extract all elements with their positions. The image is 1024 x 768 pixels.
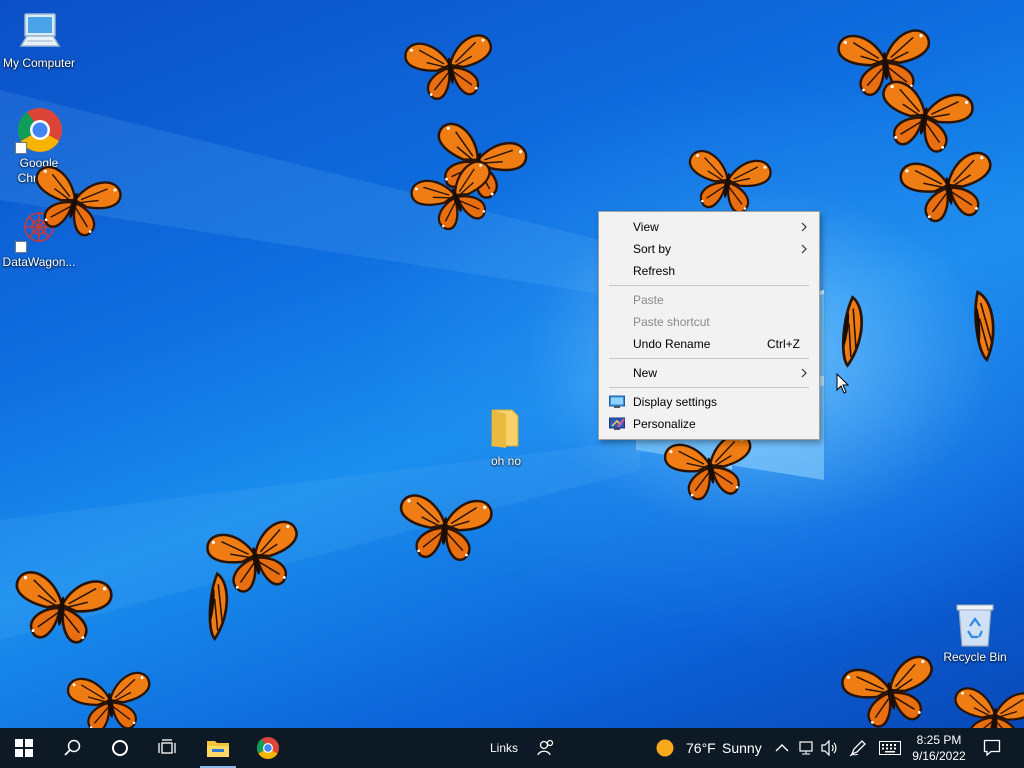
weather-button[interactable] xyxy=(655,738,675,758)
personalize-icon xyxy=(609,417,625,430)
taskbar: Links 76°F Sunny 8:25 PM 9/16/2022 xyxy=(0,728,1024,768)
search-icon xyxy=(64,739,81,756)
menu-item-personalize[interactable]: Personalize xyxy=(599,413,819,435)
desktop[interactable]: My Computer Google Chrome DataWagon... o… xyxy=(0,0,1024,728)
menu-item-refresh[interactable]: Refresh xyxy=(599,260,819,282)
desktop-icon-recycle-bin[interactable]: Recycle Bin xyxy=(937,600,1013,665)
pen-icon xyxy=(849,740,866,757)
notification-icon xyxy=(983,739,1001,757)
action-center-button[interactable] xyxy=(982,738,1002,758)
file-explorer-icon xyxy=(207,741,229,757)
desktop-icon-datawagon[interactable]: DataWagon... xyxy=(1,205,77,270)
menu-item-label: Sort by xyxy=(633,242,672,256)
menu-item-label: Undo Rename xyxy=(633,337,711,351)
desktop-icon-label: My Computer xyxy=(2,56,76,70)
menu-item-shortcut: Ctrl+Z xyxy=(767,337,800,351)
taskbar-file-explorer[interactable] xyxy=(194,728,242,768)
recycle-bin-icon xyxy=(951,600,999,648)
chrome-icon xyxy=(15,106,63,154)
menu-item-label: Refresh xyxy=(633,264,676,278)
chevron-up-icon xyxy=(775,744,789,752)
desktop-context-menu: View Sort by Refresh Paste Paste shortcu… xyxy=(598,211,820,440)
menu-separator xyxy=(609,358,809,359)
menu-item-label: New xyxy=(633,366,658,380)
weather-temp[interactable]: 76°F xyxy=(686,728,716,768)
menu-item-view[interactable]: View xyxy=(599,216,819,238)
cortana-icon xyxy=(112,740,128,756)
desktop-icon-google-chrome[interactable]: Google Chrome xyxy=(1,106,77,186)
menu-item-new[interactable]: New xyxy=(599,362,819,384)
desktop-icon-my-computer[interactable]: My Computer xyxy=(1,6,77,71)
cortana-button[interactable] xyxy=(96,728,144,768)
search-button[interactable] xyxy=(48,728,96,768)
shortcut-arrow-icon xyxy=(15,241,27,253)
menu-item-label: Paste xyxy=(633,293,664,307)
speaker-icon xyxy=(821,740,837,756)
desktop-icon-folder-oh-no[interactable]: oh no xyxy=(468,404,544,469)
desktop-icon-label: Recycle Bin xyxy=(943,650,1007,664)
clock-time: 8:25 PM xyxy=(916,733,962,747)
clock-date: 9/16/2022 xyxy=(912,749,966,763)
menu-item-sort-by[interactable]: Sort by xyxy=(599,238,819,260)
butterfly-wallpaper xyxy=(8,28,1024,728)
weather-condition[interactable]: Sunny xyxy=(722,728,762,768)
computer-icon xyxy=(15,6,63,54)
menu-item-label: Personalize xyxy=(633,417,696,431)
shortcut-arrow-icon xyxy=(15,142,27,154)
sun-icon xyxy=(656,739,674,757)
show-hidden-icons-button[interactable] xyxy=(772,738,792,758)
folder-icon xyxy=(482,404,530,452)
keyboard-icon xyxy=(879,741,901,755)
network-icon xyxy=(799,741,813,755)
windows-start-icon xyxy=(15,739,33,757)
task-view-button[interactable] xyxy=(144,728,192,768)
menu-item-display-settings[interactable]: Display settings xyxy=(599,391,819,413)
touch-keyboard-button[interactable] xyxy=(878,738,902,758)
volume-button[interactable] xyxy=(819,738,839,758)
pen-button[interactable] xyxy=(848,738,868,758)
chevron-right-icon xyxy=(801,244,807,254)
taskbar-clock[interactable]: 8:25 PM 9/16/2022 xyxy=(906,732,972,764)
desktop-icon-label: Google Chrome xyxy=(17,156,61,185)
menu-item-paste-shortcut: Paste shortcut xyxy=(599,311,819,333)
display-settings-icon xyxy=(609,395,625,408)
task-view-icon xyxy=(158,739,176,754)
menu-item-label: Display settings xyxy=(633,395,718,409)
datawagon-icon xyxy=(15,205,63,253)
menu-separator xyxy=(609,387,809,388)
taskbar-chrome[interactable] xyxy=(244,728,292,768)
menu-item-undo-rename[interactable]: Undo Rename Ctrl+Z xyxy=(599,333,819,355)
chevron-right-icon xyxy=(801,222,807,232)
people-icon xyxy=(537,739,554,756)
menu-separator xyxy=(609,285,809,286)
desktop-icon-label: DataWagon... xyxy=(2,255,76,269)
links-toolbar[interactable]: Links xyxy=(490,728,518,768)
menu-item-paste: Paste xyxy=(599,289,819,311)
mouse-cursor-icon xyxy=(836,373,850,394)
menu-item-label: View xyxy=(633,220,659,234)
desktop-icon-label: oh no xyxy=(490,454,522,468)
chevron-right-icon xyxy=(801,368,807,378)
network-button[interactable] xyxy=(796,738,816,758)
people-button[interactable] xyxy=(536,738,556,758)
start-button[interactable] xyxy=(0,728,48,768)
menu-item-label: Paste shortcut xyxy=(633,315,710,329)
chrome-icon xyxy=(256,737,279,759)
